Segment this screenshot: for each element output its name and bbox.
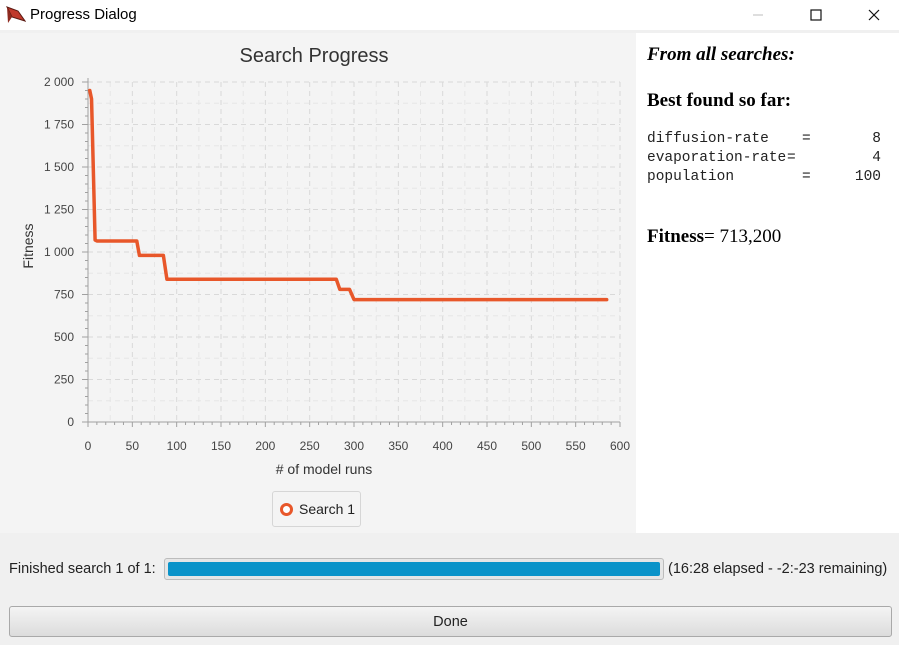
fitness-label: Fitness — [647, 226, 704, 247]
y-tick-label: 500 — [54, 330, 74, 344]
chart-legend: Search 1 — [272, 491, 361, 527]
x-tick-label: 0 — [85, 439, 92, 453]
minimize-button[interactable] — [735, 0, 781, 30]
param-value: 4 — [872, 150, 881, 166]
param-name: diffusion-rate — [647, 131, 769, 147]
x-tick-label: 300 — [344, 439, 364, 453]
y-axis-label: Fitness — [20, 223, 36, 268]
x-tick-label: 200 — [255, 439, 275, 453]
x-tick-label: 50 — [126, 439, 140, 453]
param-row: evaporation-rate = 4 — [647, 150, 881, 169]
close-button[interactable] — [851, 0, 897, 30]
y-tick-label: 750 — [54, 288, 74, 302]
done-button[interactable]: Done — [9, 606, 892, 637]
time-remaining-text: (16:28 elapsed - -2:-23 remaining) — [668, 561, 888, 577]
minimize-icon — [753, 14, 763, 16]
param-row: diffusion-rate = 8 — [647, 131, 881, 150]
x-axis-label: # of model runs — [276, 461, 373, 477]
x-tick-label: 250 — [300, 439, 320, 453]
param-equals: = — [802, 131, 811, 147]
status-label: Finished search 1 of 1: — [9, 561, 156, 577]
window-title: Progress Dialog — [30, 6, 137, 23]
param-equals: = — [787, 150, 796, 166]
param-row: population = 100 — [647, 169, 881, 188]
y-tick-label: 1 000 — [44, 245, 74, 259]
x-tick-label: 400 — [433, 439, 453, 453]
fitness-chart: Search Progress 0 50 100 150 200 250 300 350 400 4… — [20, 45, 630, 477]
best-found-heading: Best found so far: — [647, 90, 792, 111]
x-tick-label: 550 — [566, 439, 586, 453]
y-tick-label: 1 250 — [44, 203, 74, 217]
param-value: 8 — [872, 131, 881, 147]
chart-panel: Search Progress 0 50 100 150 200 250 300 350 400 4… — [0, 33, 636, 533]
param-name: evaporation-rate — [647, 150, 787, 166]
param-value: 100 — [854, 169, 881, 185]
maximize-button[interactable] — [793, 0, 839, 30]
x-tick-label: 450 — [477, 439, 497, 453]
x-tick-label: 100 — [167, 439, 187, 453]
maximize-icon — [810, 9, 822, 21]
y-tick-label: 0 — [67, 415, 74, 429]
x-tick-label: 150 — [211, 439, 231, 453]
param-equals: = — [802, 169, 811, 185]
y-tick-label: 250 — [54, 373, 74, 387]
x-tick-label: 600 — [610, 439, 630, 453]
best-results-panel: From all searches: Best found so far: di… — [636, 33, 899, 533]
app-logo-icon — [6, 6, 26, 23]
y-tick-label: 2 000 — [44, 75, 74, 89]
progress-bar — [164, 558, 664, 580]
legend-label: Search 1 — [299, 501, 356, 517]
y-tick-label: 1 500 — [44, 160, 74, 174]
x-tick-label: 500 — [521, 439, 541, 453]
series-line — [88, 88, 609, 302]
fitness-result: Fitness= 713,200 — [647, 226, 781, 248]
param-name: population — [647, 169, 735, 185]
y-tick-label: 1 750 — [44, 118, 74, 132]
title-bar: Progress Dialog — [0, 0, 899, 30]
fitness-value: = 713,200 — [704, 226, 782, 247]
progress-bar-fill — [168, 562, 660, 576]
chart-title: Search Progress — [240, 45, 389, 67]
close-icon — [868, 9, 880, 21]
legend-marker-icon — [280, 502, 293, 516]
searches-heading: From all searches: — [647, 44, 795, 65]
x-tick-label: 350 — [388, 439, 408, 453]
